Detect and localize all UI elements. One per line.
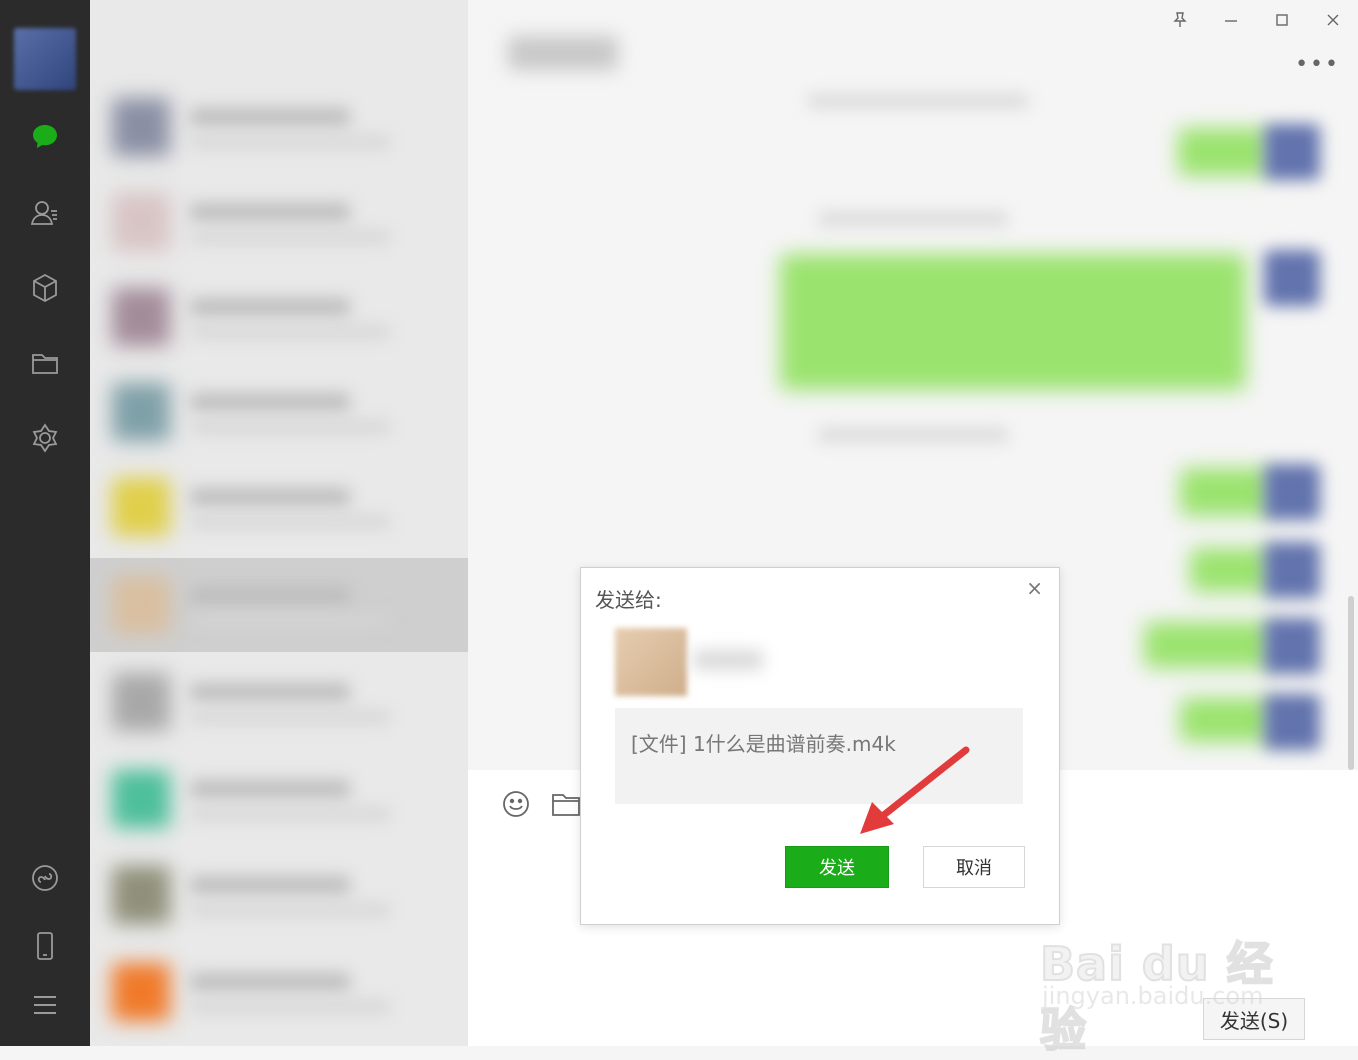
watermark-sub: jingyan.baidu.com (1042, 982, 1264, 1010)
annotation-arrow-icon (860, 746, 970, 834)
list-item[interactable] (90, 460, 468, 554)
message-bubble (1180, 698, 1270, 742)
baidu-watermark: Bai du 经验 jingyan.baidu.com (1039, 900, 1290, 1058)
user-avatar[interactable] (14, 28, 76, 90)
list-item[interactable] (90, 655, 468, 749)
maximize-icon[interactable] (1270, 8, 1294, 32)
list-item[interactable] (90, 558, 468, 652)
recipient-name (693, 650, 763, 670)
send-to-dialog: 发送给: × [文件] 1什么是曲谱前奏.m4k 发送 取消 (580, 567, 1060, 925)
chat-icon[interactable] (26, 118, 64, 156)
conversation-list (90, 0, 468, 1046)
message-bubble (780, 254, 1246, 390)
message-bubble (1180, 468, 1270, 516)
menu-icon[interactable] (26, 986, 64, 1024)
message-bubble (1178, 128, 1268, 176)
list-item[interactable] (90, 945, 468, 1039)
avatar (1264, 542, 1320, 598)
avatar (1264, 250, 1320, 306)
message-bubble (1144, 622, 1270, 668)
list-item[interactable] (90, 80, 468, 174)
list-item[interactable] (90, 365, 468, 459)
avatar (1264, 618, 1320, 674)
scrollbar[interactable] (1348, 596, 1354, 770)
sidebar (0, 0, 90, 1046)
list-item[interactable] (90, 848, 468, 942)
cancel-button[interactable]: 取消 (923, 846, 1025, 888)
emoji-icon[interactable] (500, 788, 532, 820)
folder-icon[interactable] (550, 788, 582, 820)
pin-icon[interactable] (1168, 8, 1192, 32)
list-item[interactable] (90, 270, 468, 364)
phone-icon[interactable] (26, 927, 64, 965)
close-icon[interactable] (1321, 8, 1345, 32)
folder-icon[interactable] (26, 344, 64, 382)
list-item[interactable] (90, 175, 468, 269)
more-options-button[interactable]: ••• (1295, 52, 1340, 77)
timestamp (808, 94, 1028, 108)
contacts-icon[interactable] (26, 194, 64, 232)
moments-icon[interactable] (26, 419, 64, 457)
message-bubble (1190, 548, 1270, 592)
recipient-avatar (615, 628, 687, 696)
timestamp (818, 428, 1008, 442)
chat-title (508, 36, 618, 70)
miniprogram-icon[interactable] (26, 859, 64, 897)
send-button[interactable]: 发送 (785, 846, 889, 888)
avatar (1264, 124, 1320, 180)
timestamp (818, 212, 1008, 226)
list-item[interactable] (90, 752, 468, 846)
dialog-title: 发送给: (595, 588, 662, 612)
close-icon[interactable]: × (1026, 576, 1043, 600)
box-icon[interactable] (26, 269, 64, 307)
avatar (1264, 464, 1320, 520)
avatar (1264, 694, 1320, 750)
minimize-icon[interactable] (1219, 8, 1243, 32)
